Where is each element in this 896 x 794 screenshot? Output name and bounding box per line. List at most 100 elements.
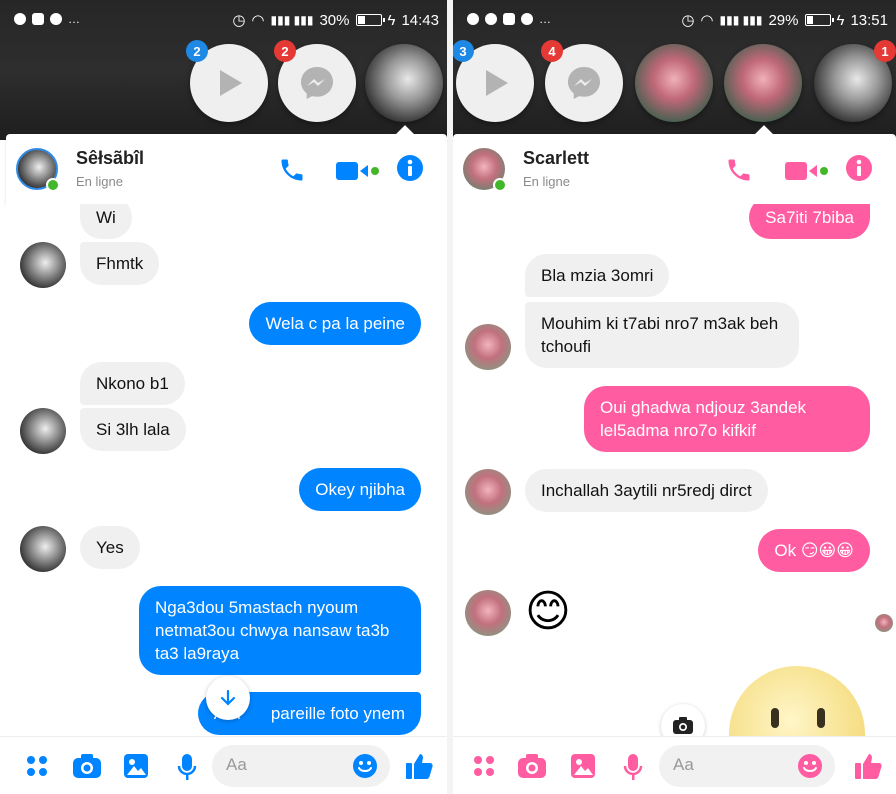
notification-icons: … (467, 12, 551, 26)
composer-bar (0, 736, 447, 794)
wifi-icon: ◠ (251, 12, 265, 29)
microphone-icon[interactable] (177, 753, 197, 781)
contact-status: En ligne (76, 174, 123, 189)
chat-head-contact[interactable] (635, 44, 713, 122)
message-out[interactable]: Okey njibha (299, 468, 421, 511)
charging-icon: ϟ (387, 11, 396, 29)
system-icons: ◷ ◠ ▮▮▮ ▮▮▮ 30% ϟ 14:43 (232, 11, 439, 30)
message-in[interactable]: Mouhim ki t7abi nro7 m3ak beh tchoufi (525, 302, 799, 368)
video-call-icon[interactable] (785, 160, 829, 182)
more-actions-icon[interactable] (471, 753, 497, 779)
battery-icon (355, 14, 385, 26)
unread-badge: 1 (874, 40, 896, 62)
chat-head-play[interactable]: 3 (453, 40, 534, 122)
conversation-header: Scarlett En ligne (453, 134, 896, 204)
unread-badge: 2 (274, 40, 296, 62)
battery-percent: 29% (768, 11, 799, 29)
message-in[interactable]: Bla mzia 3omri (525, 254, 670, 297)
chat-head-messenger[interactable]: 2 (274, 40, 356, 122)
messenger-icon (301, 67, 333, 99)
message-list[interactable]: Wi Fhmtk Wela c pa la peine Nkono b1 Si … (6, 204, 447, 736)
play-icon (486, 70, 508, 96)
message-input-box[interactable] (659, 745, 835, 787)
unread-badge: 2 (186, 40, 208, 62)
contact-mini-avatar (465, 590, 511, 636)
online-indicator (46, 178, 60, 192)
message-input-box[interactable] (212, 745, 390, 787)
messenger-notif-icon (485, 13, 497, 25)
more-notif-icon: … (68, 12, 80, 26)
system-icons: ◷ ◠ ▮▮▮ ▮▮▮ 29% ϟ 13:51 (681, 11, 888, 30)
gallery-icon[interactable] (570, 753, 596, 779)
chat-notif-icon (521, 13, 533, 25)
message-in[interactable]: Nkono b1 (80, 362, 185, 405)
play-icon (220, 70, 242, 96)
call-icon[interactable] (725, 156, 753, 184)
gallery-icon[interactable] (123, 753, 149, 779)
message-input[interactable] (226, 755, 326, 775)
alarm-icon: ◷ (232, 12, 246, 29)
chat-notif-icon (50, 13, 62, 25)
info-icon[interactable] (396, 154, 424, 182)
messenger-icon (568, 67, 600, 99)
emoji-message[interactable]: 😊 (525, 584, 571, 640)
like-icon[interactable] (404, 751, 434, 781)
message-out[interactable]: Sa7iti 7biba (749, 204, 870, 239)
contact-mini-avatar (20, 526, 66, 572)
camera-icon[interactable] (517, 753, 547, 779)
contact-name[interactable]: Sêłsãbîl (76, 148, 144, 169)
sticker-face (729, 666, 865, 736)
more-actions-icon[interactable] (24, 753, 50, 779)
message-in[interactable]: Fhmtk (80, 242, 160, 285)
message-in[interactable]: Inchallah 3aytili nr5redj dirct (525, 469, 768, 512)
message-input[interactable] (673, 755, 773, 775)
call-icon[interactable] (278, 156, 306, 184)
contact-mini-avatar (20, 242, 66, 288)
like-icon[interactable] (853, 751, 883, 781)
chat-head-play[interactable]: 2 (186, 40, 268, 122)
image-notif-icon (32, 13, 44, 25)
emoji-icon[interactable] (352, 753, 378, 779)
status-bar: … ◷ ◠ ▮▮▮ ▮▮▮ 29% ϟ 13:51 (453, 8, 896, 34)
more-notif-icon: … (539, 12, 551, 26)
message-list[interactable]: Sa7iti 7biba Bla mzia 3omri Mouhim ki t7… (453, 204, 896, 736)
contact-mini-avatar (20, 408, 66, 454)
message-out-end: pareille foto ynem (270, 704, 405, 723)
chat-head-contact[interactable]: 1 (814, 40, 896, 122)
info-icon[interactable] (845, 154, 873, 182)
sticker-eye (817, 708, 825, 728)
contact-status: En ligne (523, 174, 570, 189)
read-receipt-avatar (875, 614, 893, 632)
chat-head-messenger[interactable]: 4 (541, 40, 623, 122)
contact-mini-avatar (465, 324, 511, 370)
signal-icon: ▮▮▮ ▮▮▮ (719, 13, 763, 27)
scroll-to-bottom-button[interactable] (206, 676, 250, 720)
message-out[interactable]: Ok 😏😀😀 (758, 529, 870, 572)
clock: 14:43 (401, 11, 439, 29)
message-in[interactable]: Yes (80, 526, 140, 569)
message-out[interactable]: Nga3dou 5mastach nyoum netmat3ou chwya n… (139, 586, 421, 675)
contact-mini-avatar (465, 469, 511, 515)
camera-icon[interactable] (72, 753, 102, 779)
battery-percent: 30% (319, 11, 350, 29)
microphone-icon[interactable] (623, 753, 643, 781)
unread-badge: 3 (453, 40, 474, 62)
camera-button[interactable] (661, 704, 705, 736)
image-notif-icon (503, 13, 515, 25)
message-out[interactable]: Wela c pa la peine (249, 302, 421, 345)
message-out[interactable]: Oui ghadwa ndjouz 3andek lel5adma nro7o … (584, 386, 870, 452)
video-call-icon[interactable] (336, 160, 380, 182)
notification-icons: … (14, 12, 80, 26)
chat-head-contact-active[interactable] (724, 44, 802, 122)
sticker-eye (771, 708, 779, 728)
arrow-down-icon (220, 689, 236, 706)
contact-name[interactable]: Scarlett (523, 148, 589, 169)
online-indicator (493, 178, 507, 192)
unread-badge: 4 (541, 40, 563, 62)
status-bar: … ◷ ◠ ▮▮▮ ▮▮▮ 30% ϟ 14:43 (0, 8, 447, 34)
message-in[interactable]: Wi (80, 204, 132, 239)
camera-icon (673, 717, 693, 734)
chat-head-contact[interactable] (365, 44, 443, 122)
emoji-icon[interactable] (797, 753, 823, 779)
message-in[interactable]: Si 3lh lala (80, 408, 186, 451)
